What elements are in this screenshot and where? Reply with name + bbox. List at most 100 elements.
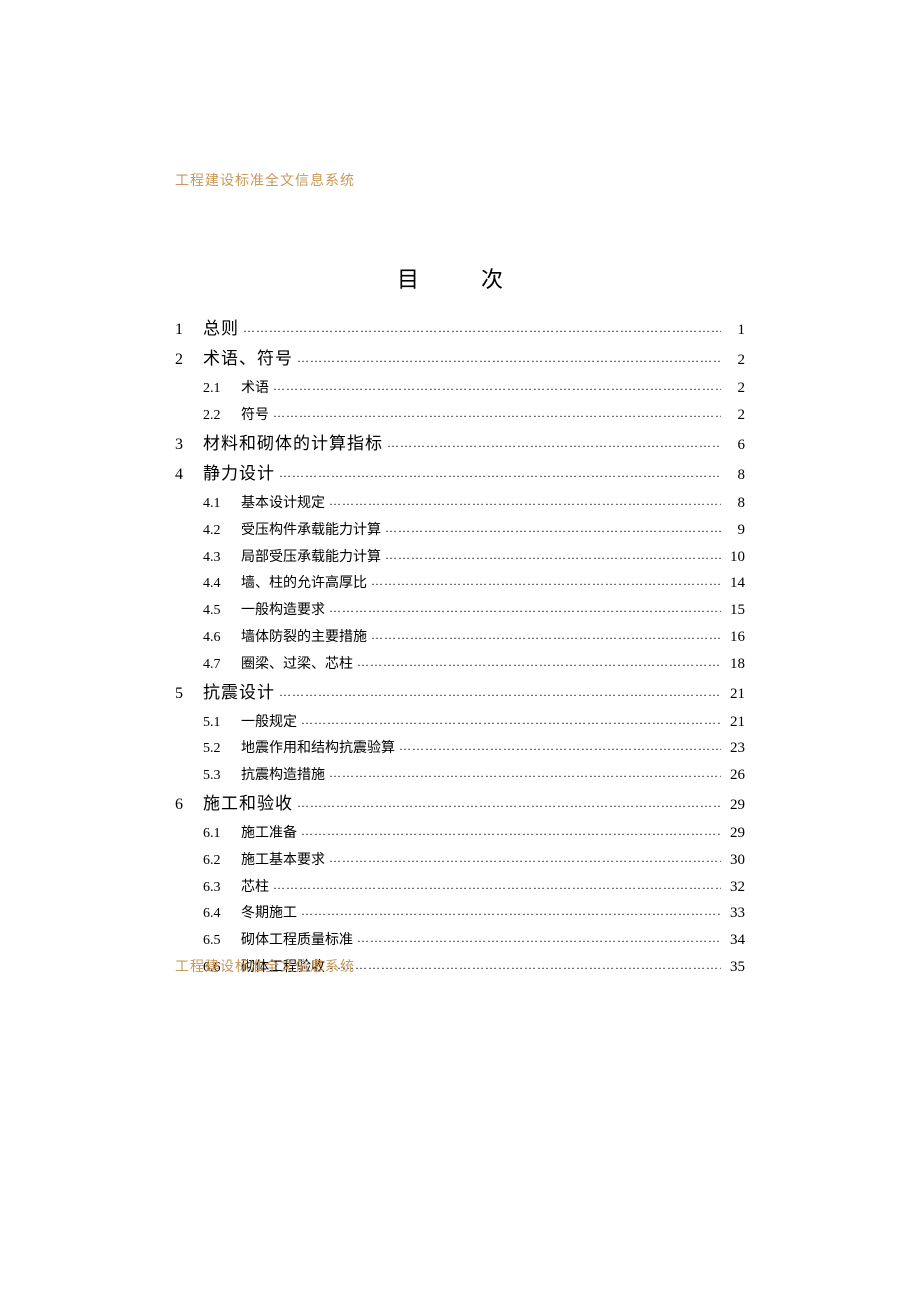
toc-entry: 6.1施工准备 29 xyxy=(175,820,745,847)
toc-entry-page: 2 xyxy=(721,347,745,374)
toc-entry-page: 14 xyxy=(721,570,745,597)
toc-entry-number: 6.3 xyxy=(203,876,241,901)
toc-entry-number: 4.2 xyxy=(203,519,241,544)
toc-entry: 4.4墙、柱的允许高厚比 14 xyxy=(175,570,745,597)
toc-entry-number: 4.3 xyxy=(203,546,241,571)
toc-entry: 4静力设计 8 xyxy=(175,459,745,489)
toc-leader-dots xyxy=(329,763,721,784)
toc-entry-number: 4.7 xyxy=(203,653,241,678)
toc-entry-title: 冬期施工 xyxy=(241,902,297,927)
toc-entry-number: 5.3 xyxy=(203,764,241,789)
footer-watermark: 工程建设标准全文信息系统 xyxy=(175,956,355,976)
toc-entry-page: 6 xyxy=(721,432,745,459)
toc-leader-dots xyxy=(297,348,721,369)
toc-entry-number: 2.2 xyxy=(203,404,241,429)
toc-leader-dots xyxy=(385,545,721,566)
toc-entry-title: 施工基本要求 xyxy=(241,849,325,874)
toc-entry-title: 墙、柱的允许高厚比 xyxy=(241,572,367,597)
toc-leader-dots xyxy=(243,318,721,339)
toc-entry: 5.2地震作用和结构抗震验算23 xyxy=(175,735,745,762)
toc-leader-dots xyxy=(273,875,721,896)
toc-entry-page: 32 xyxy=(721,874,745,901)
toc-entry-title: 术语 xyxy=(241,377,269,402)
toc-entry: 6.3芯柱32 xyxy=(175,874,745,901)
toc-leader-dots xyxy=(385,518,721,539)
toc-entry: 2.2符号2 xyxy=(175,402,745,429)
toc-entry-title: 静力设计 xyxy=(203,459,275,489)
toc-entry-number: 6 xyxy=(175,791,203,819)
toc-entry-page: 33 xyxy=(721,900,745,927)
toc-entry-page: 18 xyxy=(721,651,745,678)
toc-entry: 4.7圈梁、过梁、芯柱18 xyxy=(175,651,745,678)
toc-entry-title: 局部受压承载能力计算 xyxy=(241,546,381,571)
toc-entry-title: 一般规定 xyxy=(241,711,297,736)
toc-entry: 2.1术语2 xyxy=(175,375,745,402)
toc-entry: 4.1基本设计规定8 xyxy=(175,490,745,517)
toc-entry-title: 一般构造要求 xyxy=(241,599,325,624)
toc-leader-dots xyxy=(279,463,721,484)
toc-entry-title: 基本设计规定 xyxy=(241,492,325,517)
toc-entry-title: 受压构件承载能力计算 xyxy=(241,519,381,544)
toc-entry-title: 符号 xyxy=(241,404,269,429)
toc-leader-dots xyxy=(297,793,721,814)
toc-entry: 6.2施工基本要求30 xyxy=(175,847,745,874)
toc-entry-page: 1 xyxy=(721,317,745,344)
toc-entry: 2术语、符号2 xyxy=(175,344,745,374)
toc-entry-number: 5 xyxy=(175,680,203,708)
toc-entry-number: 4.4 xyxy=(203,572,241,597)
toc-entry-number: 3 xyxy=(175,431,203,459)
toc-entry-title: 抗震构造措施 xyxy=(241,764,325,789)
toc-entry-title: 材料和砌体的计算指标 xyxy=(203,429,383,459)
toc-entry-page: 34 xyxy=(721,927,745,954)
toc-leader-dots xyxy=(357,928,721,949)
toc-leader-dots xyxy=(273,376,721,397)
toc-entry-page: 29 xyxy=(721,820,745,847)
toc-entry: 1总则1 xyxy=(175,314,745,344)
toc-entry-page: 23 xyxy=(721,735,745,762)
toc-leader-dots xyxy=(301,901,721,922)
toc-entry-page: 26 xyxy=(721,762,745,789)
toc-entry-page: 21 xyxy=(721,709,745,736)
toc-entry-number: 6.4 xyxy=(203,902,241,927)
toc-entry-page: 21 xyxy=(721,681,745,708)
toc-entry-title: 地震作用和结构抗震验算 xyxy=(241,737,395,762)
toc-leader-dots xyxy=(399,736,721,757)
toc-leader-dots xyxy=(329,955,721,976)
toc-entry: 6施工和验收29 xyxy=(175,789,745,819)
toc-entry-number: 2 xyxy=(175,346,203,374)
toc-entry: 4.3局部受压承载能力计算 10 xyxy=(175,544,745,571)
toc-entry-page: 8 xyxy=(721,462,745,489)
toc-entry: 3材料和砌体的计算指标 6 xyxy=(175,429,745,459)
toc-entry-title: 术语、符号 xyxy=(203,344,293,374)
toc-entry-number: 6.5 xyxy=(203,929,241,954)
toc-entry-number: 4.5 xyxy=(203,599,241,624)
toc-entry-number: 4.6 xyxy=(203,626,241,651)
toc-entry: 6.5砌体工程质量标准 34 xyxy=(175,927,745,954)
toc-entry-title: 砌体工程质量标准 xyxy=(241,929,353,954)
header-watermark: 工程建设标准全文信息系统 xyxy=(175,170,355,190)
toc-entry-number: 6.2 xyxy=(203,849,241,874)
toc-entry-title: 施工准备 xyxy=(241,822,297,847)
toc-leader-dots xyxy=(371,571,721,592)
toc-leader-dots xyxy=(329,491,721,512)
toc-entry-page: 35 xyxy=(721,954,745,981)
toc-entry-number: 4 xyxy=(175,461,203,489)
toc-entry-number: 1 xyxy=(175,316,203,344)
toc-leader-dots xyxy=(301,710,721,731)
toc-entry-page: 10 xyxy=(721,544,745,571)
toc-leader-dots xyxy=(329,848,721,869)
toc-entry: 5.1一般规定 21 xyxy=(175,709,745,736)
table-of-contents: 1总则12术语、符号22.1术语22.2符号23材料和砌体的计算指标64静力设计… xyxy=(175,314,745,981)
toc-entry-page: 8 xyxy=(721,490,745,517)
toc-entry: 5抗震设计 21 xyxy=(175,678,745,708)
toc-entry-number: 5.1 xyxy=(203,711,241,736)
toc-entry-number: 6.1 xyxy=(203,822,241,847)
toc-entry-title: 总则 xyxy=(203,314,239,344)
toc-leader-dots xyxy=(273,403,721,424)
toc-title: 目 次 xyxy=(0,262,920,294)
toc-entry: 4.5一般构造要求15 xyxy=(175,597,745,624)
toc-entry-page: 16 xyxy=(721,624,745,651)
toc-entry-number: 2.1 xyxy=(203,377,241,402)
toc-entry-title: 抗震设计 xyxy=(203,678,275,708)
toc-entry-page: 9 xyxy=(721,517,745,544)
